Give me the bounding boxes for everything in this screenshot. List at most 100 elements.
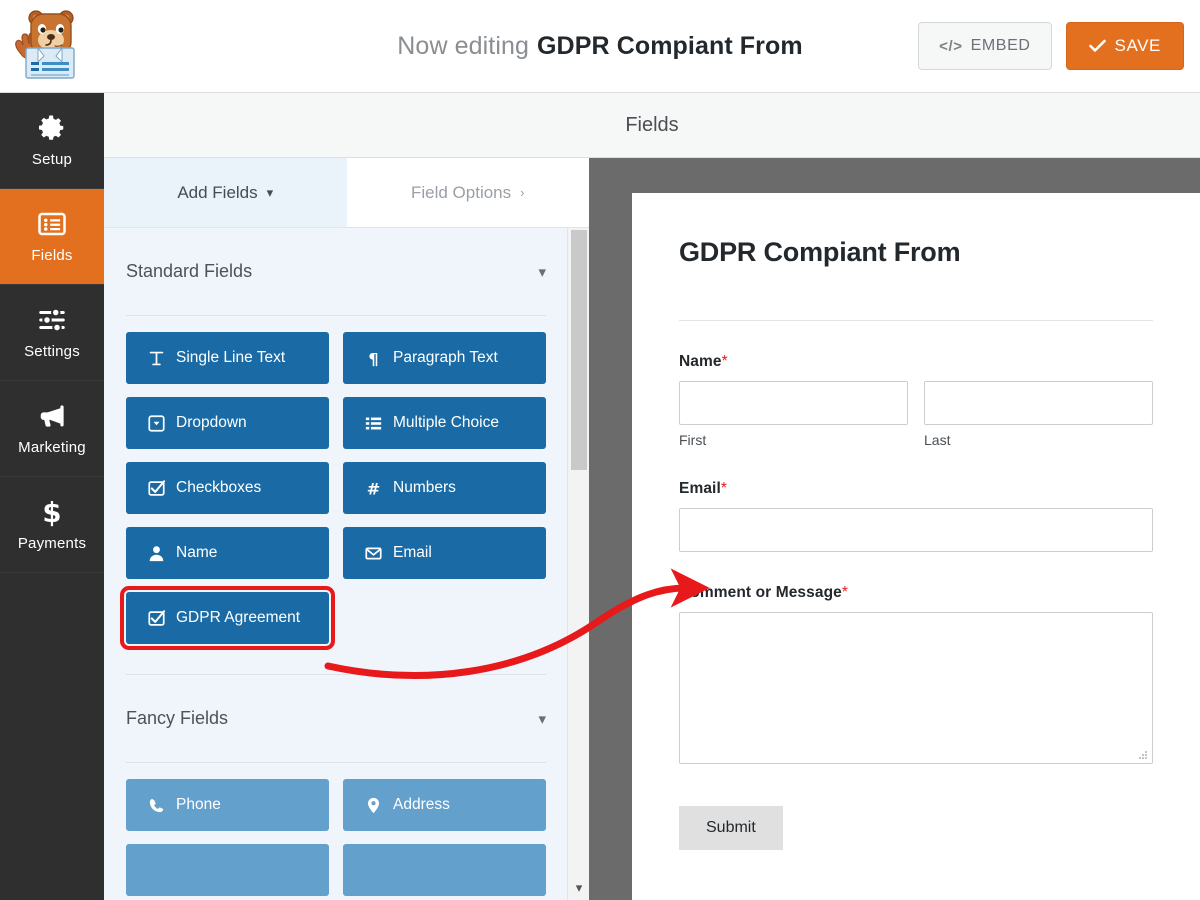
field-button-phone[interactable]: Phone [126,779,329,831]
wpforms-form-builder: Now editing GDPR Compiant From </> EMBED… [0,0,1200,900]
dollar-icon: $ [37,497,67,527]
paragraph-icon: ¶ [365,350,382,367]
name-last-group: Last [924,381,1153,448]
form-name-title: GDPR Compiant From [537,32,803,61]
last-name-sublabel: Last [924,432,1153,448]
field-button-label: Phone [176,796,221,814]
megaphone-icon [37,401,67,431]
tab-add-fields-label: Add Fields [177,183,257,203]
field-button-label: Email [393,544,432,562]
field-button-label: GDPR Agreement [176,609,300,627]
field-button-dropdown[interactable]: Dropdown [126,397,329,449]
sidebar-item-payments[interactable]: $ Payments [0,477,104,573]
required-asterisk: * [722,353,728,370]
field-button-checkboxes[interactable]: Checkboxes [126,462,329,514]
fields-bar-title: Fields [625,114,678,137]
builder-section-header: Fields [104,93,1200,158]
check-icon [1089,39,1106,53]
chevron-down-icon: ▾ [267,185,274,201]
sidebar-item-label: Payments [18,535,86,552]
sidebar-item-fields[interactable]: Fields [0,189,104,285]
scrollbar-track[interactable]: ▾ [567,228,589,900]
checkbox-icon [148,610,165,627]
field-button-multiple-choice[interactable]: Multiple Choice [343,397,546,449]
tab-field-options[interactable]: Field Options › [347,158,590,228]
required-asterisk: * [721,480,727,497]
svg-text:#: # [367,480,381,497]
field-button-gdpr-agreement[interactable]: GDPR Agreement [126,592,329,644]
chevron-down-icon[interactable]: ▾ [568,880,590,896]
map-pin-icon [365,797,382,814]
field-button-address[interactable]: Address [343,779,546,831]
code-embed-icon: </> [939,38,963,55]
email-input[interactable] [679,508,1153,552]
standard-fields-grid: Single Line Text ¶ Paragraph Text Dropdo… [126,332,546,644]
section-header-standard-fields[interactable]: Standard Fields ▾ [126,228,546,316]
form-title-divider [679,320,1153,321]
first-name-input[interactable] [679,381,908,425]
sidebar-item-label: Fields [31,247,72,264]
chevron-down-icon: ▾ [538,710,546,728]
save-button[interactable]: SAVE [1066,22,1185,70]
section-header-fancy-fields[interactable]: Fancy Fields ▾ [126,675,546,763]
sidebar-item-setup[interactable]: Setup [0,93,104,189]
chevron-right-icon: › [520,185,524,200]
last-name-input[interactable] [924,381,1153,425]
field-button-name[interactable]: Name [126,527,329,579]
embed-button[interactable]: </> EMBED [918,22,1051,70]
field-button-label: Name [176,544,217,562]
user-icon [148,545,165,562]
field-button-numbers[interactable]: # Numbers [343,462,546,514]
sidebar-item-label: Marketing [18,439,86,456]
panel-tabs: Add Fields ▾ Field Options › [104,158,589,228]
scrollbar-thumb[interactable] [571,230,587,470]
app-header: Now editing GDPR Compiant From </> EMBED… [0,0,1200,93]
tab-add-fields[interactable]: Add Fields ▾ [104,158,347,228]
preview-field-email[interactable]: Email* [679,480,1153,552]
preview-form-title: GDPR Compiant From [679,237,1153,268]
field-label-text: Email [679,480,721,497]
chevron-down-icon: ▾ [538,263,546,281]
svg-text:¶: ¶ [368,350,378,367]
gear-icon [37,113,67,143]
preview-field-comment[interactable]: Comment or Message* [679,584,1153,764]
field-label-name: Name* [679,353,1153,371]
sliders-icon [37,305,67,335]
list-icon [37,209,67,239]
dropdown-icon [148,415,165,432]
checkbox-icon [148,480,165,497]
field-button-partial-a[interactable] [126,844,329,896]
field-label-text: Comment or Message [679,584,842,601]
fields-panel-scrollbar[interactable]: ▾ [567,228,589,900]
field-button-single-line-text[interactable]: Single Line Text [126,332,329,384]
tab-field-options-label: Field Options [411,183,511,203]
svg-text:$: $ [42,497,61,527]
sidebar-item-label: Settings [24,343,80,360]
field-button-paragraph-text[interactable]: ¶ Paragraph Text [343,332,546,384]
add-fields-list: Standard Fields ▾ Single Line Text ¶ Par… [104,228,568,896]
text-cursor-icon [148,350,165,367]
comment-textarea[interactable] [679,612,1153,764]
section-title-standard-fields: Standard Fields [126,261,252,282]
sidebar-item-settings[interactable]: Settings [0,285,104,381]
field-button-label: Dropdown [176,414,247,432]
envelope-icon [365,545,382,562]
resize-handle-icon[interactable] [1138,750,1148,760]
phone-icon [148,797,165,814]
field-button-label: Single Line Text [176,349,285,367]
form-preview: GDPR Compiant From Name* First Last [632,193,1200,900]
builder-sidebar: Setup Fields [0,93,104,900]
sidebar-item-marketing[interactable]: Marketing [0,381,104,477]
fancy-fields-grid: Phone Address [126,779,546,896]
hash-icon: # [365,480,382,497]
field-label-email: Email* [679,480,1153,498]
editing-prefix: Now editing [397,32,529,61]
first-name-sublabel: First [679,432,908,448]
sidebar-item-label: Setup [32,151,72,168]
field-button-label: Multiple Choice [393,414,499,432]
preview-field-name[interactable]: Name* First Last [679,353,1153,448]
header-actions: </> EMBED SAVE [918,22,1184,70]
field-button-email[interactable]: Email [343,527,546,579]
field-button-partial-b[interactable] [343,844,546,896]
submit-button[interactable]: Submit [679,806,783,850]
